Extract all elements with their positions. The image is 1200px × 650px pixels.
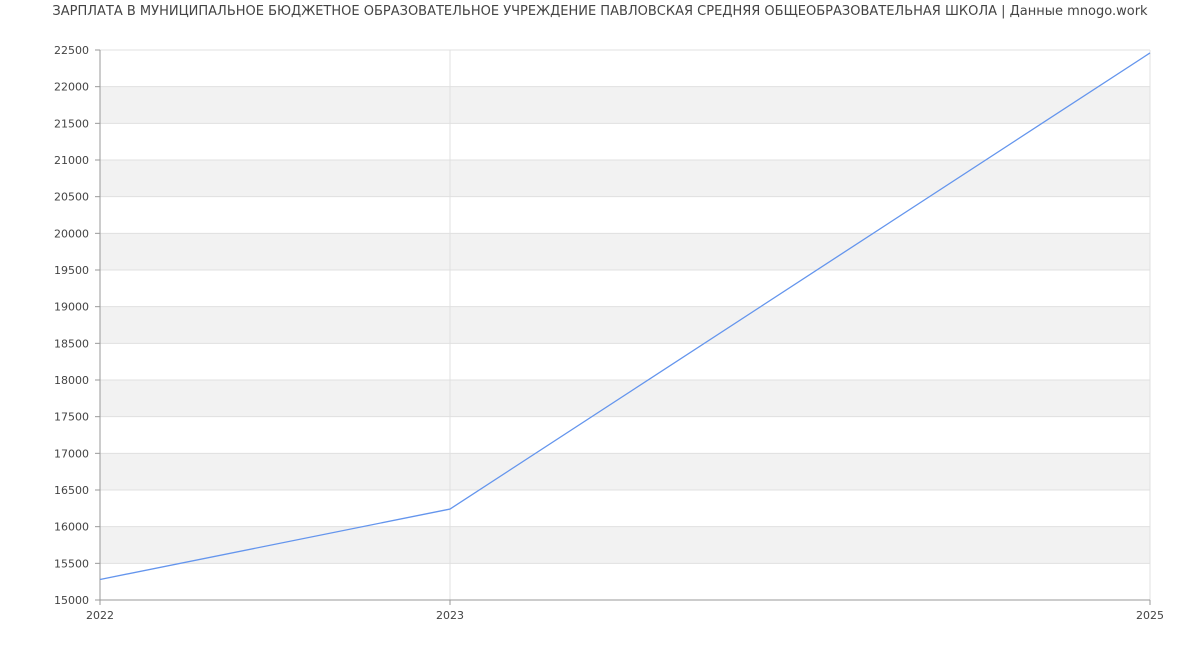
y-tick-label: 15000 bbox=[54, 594, 89, 607]
y-tick-label: 18500 bbox=[54, 337, 89, 350]
grid-band bbox=[100, 526, 1150, 564]
y-tick-label: 19500 bbox=[54, 264, 89, 277]
y-tick-label: 18000 bbox=[54, 374, 89, 387]
x-tick-label: 2023 bbox=[436, 609, 464, 622]
y-tick-label: 20000 bbox=[54, 227, 89, 240]
grid-band bbox=[100, 306, 1150, 344]
y-tick-label: 19000 bbox=[54, 301, 89, 314]
y-tick-label: 21000 bbox=[54, 154, 89, 167]
y-tick-label: 16500 bbox=[54, 484, 89, 497]
background-bands bbox=[100, 86, 1150, 564]
y-tick-label: 22000 bbox=[54, 81, 89, 94]
grid-band bbox=[100, 380, 1150, 417]
grid-band bbox=[100, 233, 1150, 270]
y-tick-label: 17500 bbox=[54, 411, 89, 424]
y-tick-label: 17000 bbox=[54, 447, 89, 460]
y-tick-label: 20500 bbox=[54, 191, 89, 204]
x-tick-label: 2025 bbox=[1136, 609, 1164, 622]
x-tick-labels: 2022 2023 2025 bbox=[86, 609, 1164, 622]
grid-band bbox=[100, 453, 1150, 490]
y-tick-labels: 15000 15500 16000 16500 17000 17500 18000 18500… bbox=[54, 44, 89, 607]
y-tick-label: 22500 bbox=[54, 44, 89, 57]
x-tick-label: 2022 bbox=[86, 609, 114, 622]
y-tick-label: 21500 bbox=[54, 117, 89, 130]
y-tick-label: 15500 bbox=[54, 557, 89, 570]
grid-band bbox=[100, 160, 1150, 197]
grid-band bbox=[100, 86, 1150, 124]
y-tick-label: 16000 bbox=[54, 521, 89, 534]
line-chart: 15000 15500 16000 16500 17000 17500 18000 18500… bbox=[54, 44, 1164, 622]
